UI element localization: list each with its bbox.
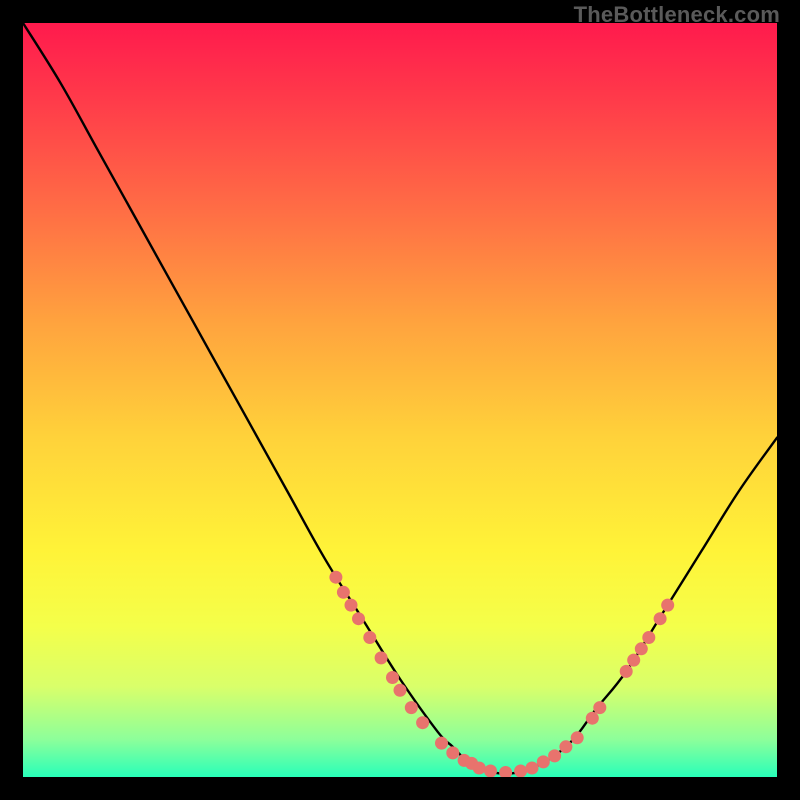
chart-svg <box>23 23 777 777</box>
data-marker <box>473 762 486 775</box>
data-marker <box>620 665 633 678</box>
watermark-text: TheBottleneck.com <box>574 2 780 28</box>
data-marker <box>416 716 429 729</box>
data-marker <box>635 642 648 655</box>
data-marker <box>375 651 388 664</box>
data-marker <box>405 701 418 714</box>
data-marker <box>499 766 512 777</box>
data-marker <box>352 612 365 625</box>
data-marker <box>654 612 667 625</box>
data-marker <box>571 731 584 744</box>
data-marker <box>446 746 459 759</box>
data-marker <box>337 586 350 599</box>
data-marker <box>661 599 674 612</box>
chart-frame: TheBottleneck.com <box>0 0 800 800</box>
data-marker <box>435 737 448 750</box>
data-marker <box>329 571 342 584</box>
data-marker <box>559 740 572 753</box>
plot-area <box>23 23 777 777</box>
data-marker <box>394 684 407 697</box>
marker-group <box>329 571 674 777</box>
data-marker <box>593 701 606 714</box>
data-marker <box>363 631 376 644</box>
data-marker <box>548 749 561 762</box>
data-marker <box>484 765 497 778</box>
data-marker <box>537 755 550 768</box>
data-marker <box>526 762 539 775</box>
data-marker <box>586 712 599 725</box>
data-marker <box>642 631 655 644</box>
data-marker <box>345 599 358 612</box>
data-marker <box>386 671 399 684</box>
bottleneck-curve <box>23 23 777 774</box>
data-marker <box>514 765 527 778</box>
data-marker <box>627 654 640 667</box>
